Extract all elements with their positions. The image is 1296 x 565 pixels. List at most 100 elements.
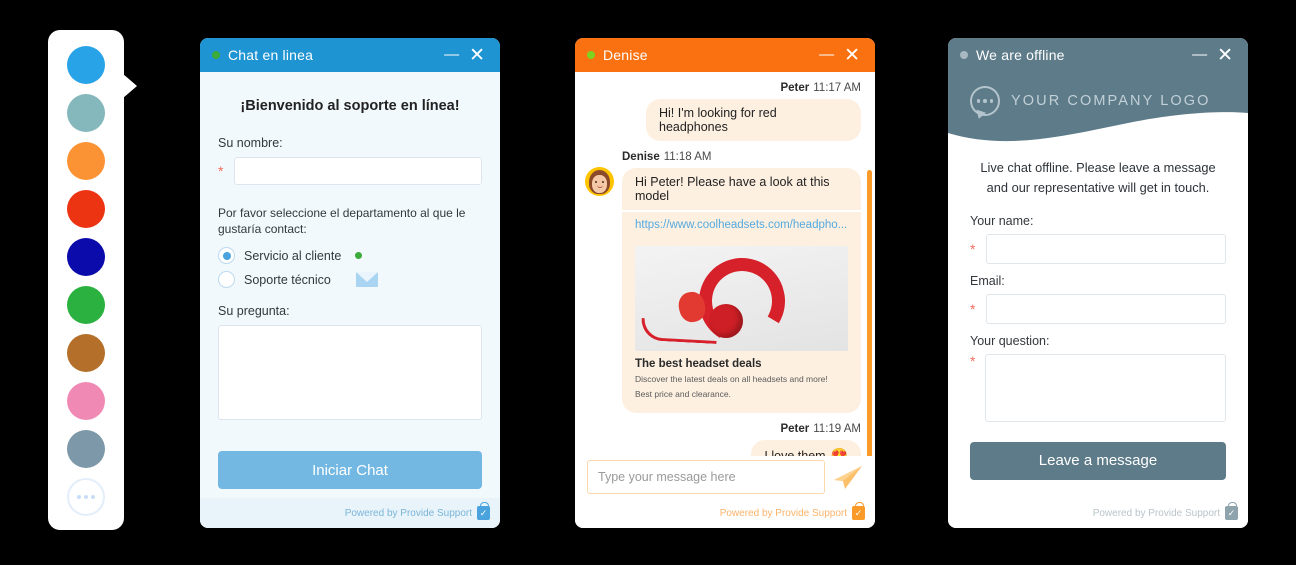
question-textarea[interactable] (218, 325, 482, 421)
lock-icon (852, 502, 865, 520)
welcome-heading: ¡Bienvenido al soporte en línea! (240, 98, 460, 114)
prechat-footer: Powered by Provide Support (200, 498, 500, 528)
powered-by-label[interactable]: Powered by Provide Support (720, 508, 847, 519)
incoming-stack: Denise 11:18 AM Hi Peter! Please have a l… (622, 151, 861, 413)
swatch-blue[interactable] (67, 46, 105, 84)
composer (587, 460, 863, 494)
message-time: 11:17 AM (813, 82, 861, 94)
email-field-row: * (970, 293, 1226, 324)
status-dot-online (212, 51, 220, 59)
swatch-pink[interactable] (67, 382, 105, 420)
lock-icon (477, 502, 490, 520)
minimize-icon[interactable]: — (1187, 47, 1212, 62)
status-dot-offline (960, 51, 968, 59)
swatch-navy[interactable] (67, 238, 105, 276)
close-icon[interactable]: ✕ (464, 46, 490, 65)
required-asterisk: * (218, 163, 224, 179)
swatch-green[interactable] (67, 286, 105, 324)
red-headphones-image (635, 246, 848, 351)
chat-titlebar: Denise — ✕ (575, 38, 875, 72)
panel-pointer-tail (123, 74, 137, 98)
question-textarea[interactable] (985, 353, 1226, 422)
question-field-row: * (970, 352, 1226, 422)
swatch-teal-gray[interactable] (67, 94, 105, 132)
close-icon[interactable]: ✕ (839, 46, 865, 65)
name-field-row: * (970, 233, 1226, 264)
message-item-outgoing-1: Peter 11:17 AM Hi! I'm looking for red he… (585, 82, 861, 141)
name-field-label: Su nombre: (218, 136, 283, 150)
name-field-label: Your name: (970, 213, 1034, 228)
message-link[interactable]: https://www.coolheadsets.com/headpho... (622, 212, 861, 238)
chat-footer: Powered by Provide Support (575, 498, 875, 528)
avatar (585, 167, 614, 196)
message-item-incoming-1: Denise 11:18 AM Hi Peter! Please have a l… (585, 151, 861, 413)
powered-by-label[interactable]: Powered by Provide Support (345, 508, 472, 519)
offline-body: Live chat offline. Please leave a messag… (948, 144, 1248, 498)
question-field-label: Su pregunta: (218, 304, 290, 319)
required-asterisk: * (970, 352, 976, 369)
email-icon (355, 272, 378, 288)
swatch-orange[interactable] (67, 142, 105, 180)
powered-by-label[interactable]: Powered by Provide Support (1093, 508, 1220, 519)
company-logo-banner: YOUR COMPANY LOGO (948, 72, 1248, 144)
offline-footer: Powered by Provide Support (948, 498, 1248, 528)
send-icon[interactable] (833, 464, 863, 490)
offline-window-title: We are offline (976, 47, 1065, 63)
offline-titlebar: We are offline — ✕ (948, 38, 1248, 72)
close-icon[interactable]: ✕ (1212, 46, 1238, 65)
radio-icon-unselected[interactable] (218, 271, 235, 289)
link-preview-card[interactable]: The best headset deals Discover the late… (622, 238, 861, 413)
prechat-window-title: Chat en linea (228, 47, 314, 63)
start-chat-button[interactable]: Iniciar Chat (218, 451, 482, 490)
name-field-row: * (218, 157, 482, 185)
minimize-icon[interactable]: — (814, 47, 839, 62)
more-colors-icon[interactable] (67, 478, 105, 516)
color-picker-panel (48, 30, 137, 530)
prechat-body: ¡Bienvenido al soporte en línea! Su nomb… (200, 72, 500, 498)
card-description-line-2: Best price and clearance. (635, 389, 731, 400)
swatch-red[interactable] (67, 190, 105, 228)
option-label: Servicio al cliente (244, 248, 342, 263)
message-scrollbar[interactable] (867, 170, 872, 456)
message-bubble: Hi Peter! Please have a look at this mod… (622, 168, 861, 210)
name-input[interactable] (234, 157, 482, 185)
email-input[interactable] (986, 293, 1226, 324)
swatch-slate[interactable] (67, 430, 105, 468)
company-logo-text: YOUR COMPANY LOGO (1011, 93, 1211, 109)
offline-note: Live chat offline. Please leave a messag… (980, 160, 1216, 195)
leave-message-button[interactable]: Leave a message (970, 441, 1226, 480)
message-meta: Denise 11:18 AM (622, 151, 861, 163)
required-asterisk: * (970, 240, 976, 257)
message-item-outgoing-2: Peter 11:19 AM I love them 😍 (585, 423, 861, 456)
chat-window-title: Denise (603, 47, 648, 63)
prechat-form-window: Chat en linea — ✕ ¡Bienvenido al soporte… (200, 38, 500, 528)
radio-icon-selected[interactable] (218, 247, 235, 265)
message-author: Peter (780, 422, 810, 435)
minimize-icon[interactable]: — (439, 47, 464, 62)
message-bubble: Hi! I'm looking for red headphones (646, 99, 861, 141)
lock-icon (1225, 502, 1238, 520)
swatch-brown[interactable] (67, 334, 105, 372)
screenshot-stage: Chat en linea — ✕ ¡Bienvenido al soporte… (0, 0, 1296, 565)
online-dot-icon (355, 252, 363, 260)
message-meta: Peter 11:17 AM (585, 82, 861, 94)
swatch-list (48, 30, 124, 516)
card-title: The best headset deals (635, 358, 762, 370)
active-chat-window: Denise — ✕ Peter 11:17 AM Hi! I'm looking… (575, 38, 875, 528)
offline-form-window: We are offline — ✕ YOUR COMPANY LOGO Liv… (948, 38, 1248, 528)
department-option-customer-service[interactable]: Servicio al cliente (218, 247, 482, 265)
incoming-row: Denise 11:18 AM Hi Peter! Please have a l… (585, 151, 861, 413)
message-time: 11:18 AM (663, 151, 712, 163)
message-time: 11:19 AM (813, 422, 861, 435)
message-input[interactable] (587, 460, 825, 494)
message-meta: Peter 11:19 AM (585, 423, 861, 435)
department-option-tech-support[interactable]: Soporte técnico (218, 271, 482, 289)
logo-row: YOUR COMPANY LOGO (948, 72, 1248, 116)
card-description-line-1: Discover the latest deals on all headset… (635, 374, 828, 384)
name-input[interactable] (986, 233, 1226, 264)
status-dot-online (587, 51, 595, 59)
heart-eyes-emoji-icon: 😍 (830, 446, 848, 456)
message-text: I love them (764, 448, 826, 456)
message-author: Peter (780, 82, 810, 94)
option-label: Soporte técnico (244, 272, 331, 287)
